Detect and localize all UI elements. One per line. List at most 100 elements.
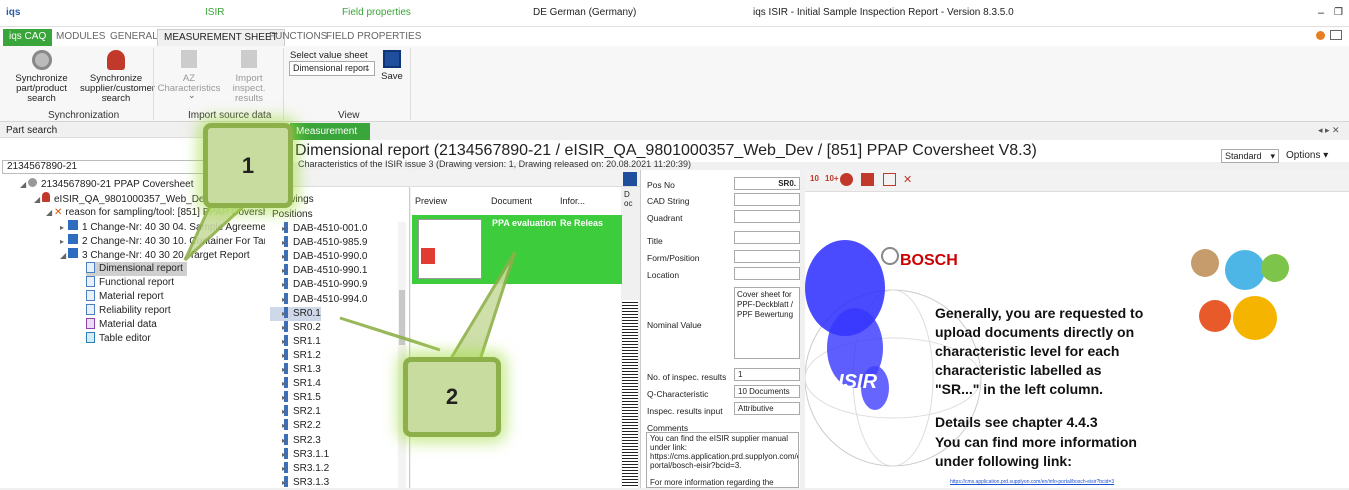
tab-measurement-sheet-doc[interactable]: Measurement she...	[290, 123, 370, 154]
results-input-field[interactable]: Attributive	[734, 402, 800, 415]
tools-icon[interactable]: ✕	[903, 173, 912, 186]
expand-icon[interactable]: ▸	[282, 419, 286, 433]
restore-icon[interactable]: ❐	[1334, 7, 1343, 18]
tree-item-table-editor[interactable]: Table editor	[86, 332, 151, 346]
pos-no-field[interactable]: SR0.	[734, 177, 800, 190]
collapse-icon[interactable]: ◢	[20, 178, 28, 192]
tree-item-change-2[interactable]: ▸ 2 Change-Nr: 40 30 10. Container For Ta…	[60, 234, 290, 248]
col-doc[interactable]: D oc	[624, 190, 636, 208]
collapse-icon[interactable]: ◢	[60, 249, 68, 263]
panel-nav-icon[interactable]: ◂ ▸ ✕	[1318, 125, 1340, 136]
expand-icon[interactable]: ▸	[282, 307, 286, 321]
nominal-value-field[interactable]: Cover sheet for PPF-Deckblatt / PPF Bewe…	[734, 287, 800, 359]
language-select[interactable]: DE German (Germany)	[533, 7, 636, 18]
scroll-thumb[interactable]	[399, 290, 405, 345]
expand-icon[interactable]: ▸	[282, 250, 286, 264]
record-icon[interactable]	[840, 173, 853, 186]
position-item[interactable]: ▸ DAB-4510-985.9	[270, 236, 368, 250]
num-results-field[interactable]: 1	[734, 368, 800, 381]
import-results-button[interactable]: Import inspect. results	[224, 50, 274, 104]
form-position-field[interactable]	[734, 250, 800, 263]
cad-string-field[interactable]	[734, 193, 800, 206]
tree-item-change-3[interactable]: ◢ 3 Change-Nr: 40 30 20. Target Report	[60, 248, 250, 262]
value-sheet-select[interactable]: Dimensional report ⌄	[289, 61, 375, 76]
page-10plus-icon[interactable]: 10+	[825, 174, 839, 183]
expand-icon[interactable]: ▸	[282, 335, 286, 349]
tree-item-material-report[interactable]: Material report	[86, 290, 163, 304]
expand-icon[interactable]: ▸	[282, 448, 286, 462]
title-field[interactable]	[734, 231, 800, 244]
quadrant-field[interactable]	[734, 210, 800, 223]
document-row[interactable]: PPA evaluation Re Releas	[412, 215, 622, 284]
location-field[interactable]	[734, 267, 800, 280]
positions-scrollbar[interactable]	[398, 222, 406, 488]
frame-icon[interactable]	[883, 173, 896, 186]
expand-icon[interactable]: ▸	[282, 278, 286, 292]
position-item[interactable]: ▸ DAB-4510-990.9	[270, 278, 368, 292]
preview-link[interactable]: https://cms.application.prd.supplyon.com…	[950, 479, 1114, 485]
position-item[interactable]: ▸ DAB-4510-001.0	[270, 222, 368, 236]
expand-icon[interactable]: ▸	[282, 363, 286, 377]
image-icon[interactable]	[861, 173, 874, 186]
expand-icon[interactable]: ▸	[282, 349, 286, 363]
tree-item-functional-report[interactable]: Functional report	[86, 276, 174, 290]
tree-item-material-data[interactable]: Material data	[86, 318, 157, 332]
expand-icon[interactable]: ▸	[60, 235, 68, 249]
comments-field[interactable]: You can find the eISIR supplier manual u…	[646, 432, 799, 488]
col-preview[interactable]: Preview	[415, 196, 447, 206]
position-item[interactable]: ▸ SR1.5	[270, 391, 321, 405]
sync-supplier-button[interactable]: Synchronize supplier/customer search	[80, 50, 155, 104]
tree-item-reliability-report[interactable]: Reliability report	[86, 304, 171, 318]
q-characteristic-field[interactable]: 10 Documents	[734, 385, 800, 398]
expand-icon[interactable]: ▸	[282, 391, 286, 405]
tree-item-change-1[interactable]: ▸ 1 Change-Nr: 40 30 04. Sample Agreement	[60, 220, 274, 234]
expand-icon[interactable]: ▸	[282, 222, 286, 236]
col-information[interactable]: Infor...	[560, 196, 585, 206]
position-item[interactable]: ▸ SR2.1	[270, 405, 321, 419]
layout-icon[interactable]	[1330, 30, 1342, 40]
expand-icon[interactable]: ▸	[282, 321, 286, 335]
tree-item-dimensional-report[interactable]: Dimensional report	[86, 262, 187, 276]
position-item[interactable]: ▸ DAB-4510-990.0	[270, 250, 368, 264]
sync-part-button[interactable]: Synchronize part/product search	[4, 50, 79, 104]
tree-item-reason[interactable]: ◢ ✕ reason for sampling/tool: [851] PPAP C…	[46, 206, 292, 220]
position-item[interactable]: ▸ SR1.1	[270, 334, 321, 349]
dropdown-arrow-icon[interactable]: ⌄	[188, 90, 196, 101]
expand-icon[interactable]: ▸	[282, 405, 286, 419]
position-item[interactable]: ▸ SR1.3	[270, 363, 321, 377]
minimize-icon[interactable]: –	[1318, 7, 1324, 19]
position-item[interactable]: ▸ SR3.1.2	[270, 461, 329, 476]
tab-iqs-caq[interactable]: iqs CAQ	[3, 29, 53, 46]
position-item[interactable]: ▸ SR0.2	[270, 320, 321, 335]
expand-icon[interactable]: ▸	[282, 293, 286, 307]
position-item[interactable]: ▸ SR0.1	[270, 306, 321, 321]
position-item[interactable]: ▸ DAB-4510-994.0	[270, 292, 368, 307]
expand-icon[interactable]: ▸	[282, 236, 286, 250]
tab-modules[interactable]: MODULES	[50, 29, 111, 46]
position-item[interactable]: ▸ DAB-4510-990.1	[270, 264, 368, 278]
panel-icon[interactable]	[623, 172, 637, 186]
tree-item-coversheet[interactable]: ◢ 2134567890-21 PPAP Coversheet	[20, 178, 194, 192]
position-item[interactable]: ▸ SR1.2	[270, 348, 321, 363]
expand-icon[interactable]: ▸	[60, 221, 68, 235]
notification-icon[interactable]	[1316, 31, 1325, 40]
expand-icon[interactable]: ▸	[282, 377, 286, 391]
collapse-icon[interactable]: ◢	[34, 193, 42, 207]
position-item[interactable]: ▸ SR2.3	[270, 433, 321, 448]
expand-icon[interactable]: ▸	[282, 264, 286, 278]
expand-icon[interactable]: ▸	[282, 462, 286, 476]
az-characteristics-button[interactable]: AZ Characteristics	[156, 50, 222, 94]
tab-field-properties[interactable]: FIELD PROPERTIES	[320, 29, 427, 46]
save-button[interactable]: Save	[379, 50, 405, 82]
standard-select[interactable]: Standard ▾	[1221, 149, 1279, 163]
expand-icon[interactable]: ▸	[282, 434, 286, 448]
position-item[interactable]: ▸ SR3.1.1	[270, 447, 329, 462]
position-item[interactable]: ▸ SR2.2	[270, 419, 321, 433]
collapse-icon[interactable]: ◢	[46, 206, 54, 220]
page-10-icon[interactable]: 10	[810, 174, 819, 183]
options-button[interactable]: Options ▾	[1286, 150, 1328, 161]
dropdown-arrow-icon[interactable]: ⌄	[104, 90, 112, 101]
position-item[interactable]: ▸ SR1.4	[270, 377, 321, 391]
tab-general[interactable]: GENERAL	[104, 29, 164, 46]
col-document[interactable]: Document	[491, 196, 532, 206]
